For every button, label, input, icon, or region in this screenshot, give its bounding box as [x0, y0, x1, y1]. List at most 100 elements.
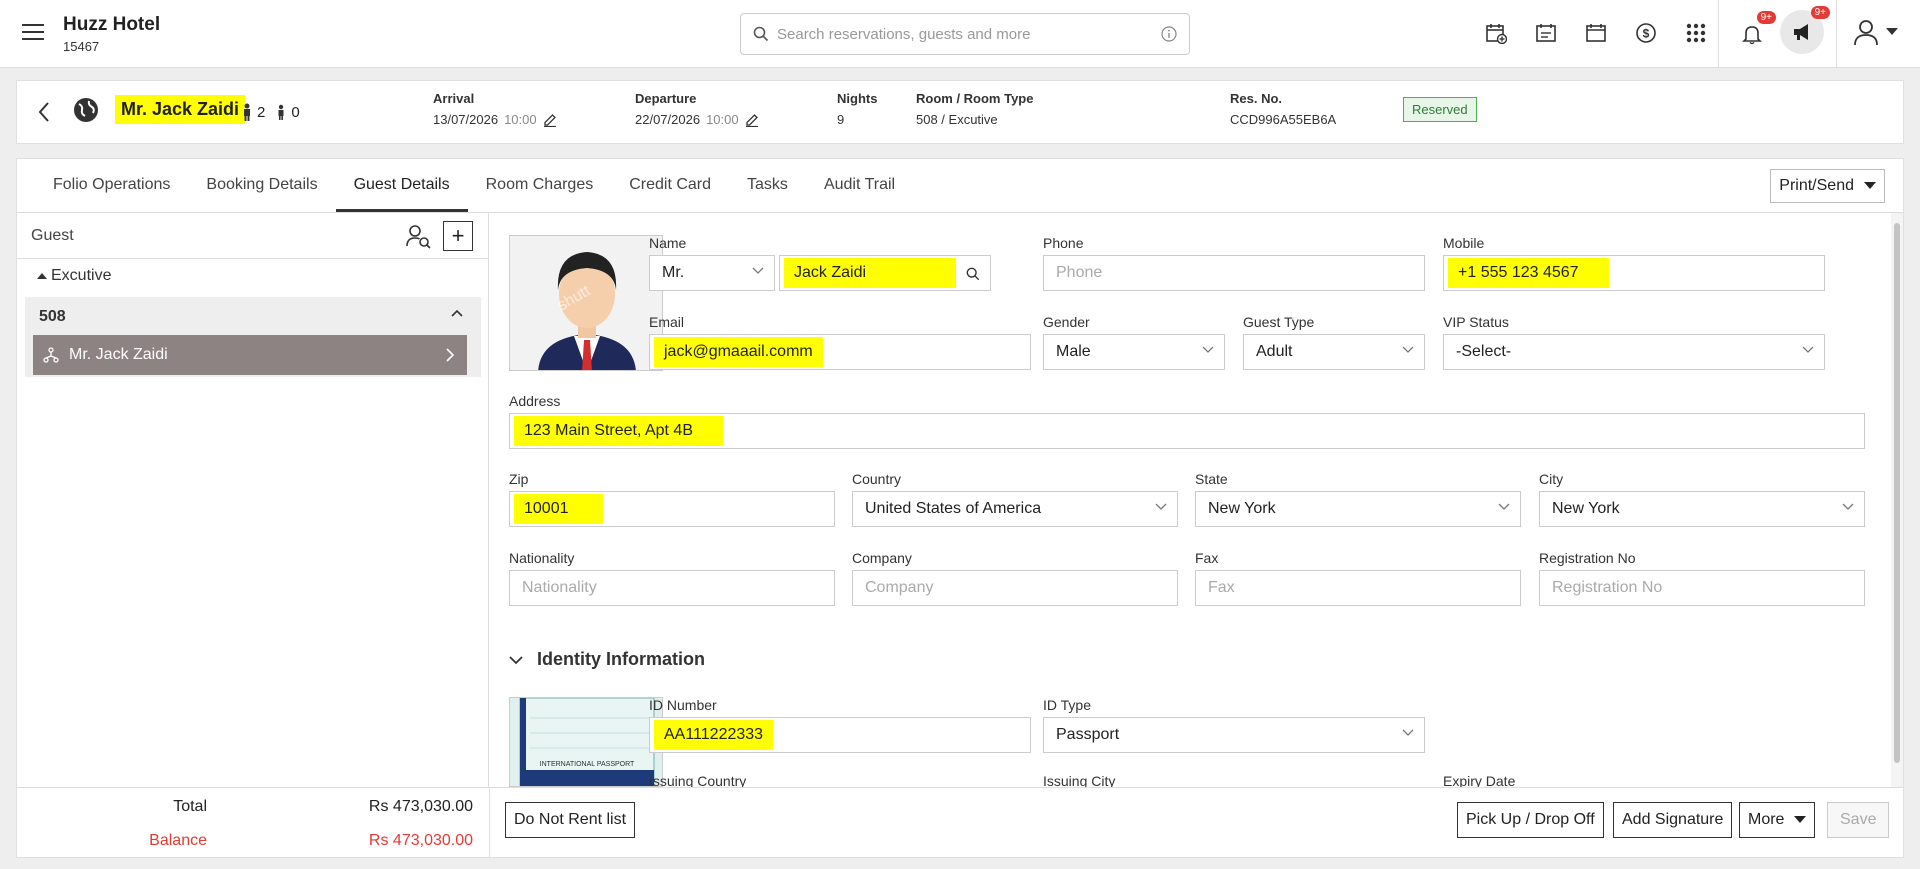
fax-label: Fax [1195, 550, 1219, 566]
tab-audit-trail[interactable]: Audit Trail [806, 159, 913, 212]
guest-photo[interactable]: shutt [509, 235, 663, 371]
address-field: Address 123 Main Street, Apt 4B [509, 393, 1865, 449]
notifications-bell-icon[interactable]: 9+ [1736, 11, 1776, 51]
hamburger-menu-icon[interactable] [22, 24, 44, 42]
room-type-group[interactable]: Excutive [37, 267, 111, 285]
more-button[interactable]: More [1739, 802, 1816, 838]
company-label: Company [852, 550, 912, 566]
more-label: More [1748, 811, 1785, 828]
edit-pencil-icon[interactable] [543, 113, 557, 127]
guest-name-title: Mr. Jack Zaidi [115, 95, 246, 124]
guest-sidebar-header: Guest + [17, 213, 488, 259]
vip-status-select[interactable]: -Select- [1443, 334, 1825, 370]
city-value: New York [1552, 500, 1620, 517]
print-send-button[interactable]: Print/Send [1770, 169, 1885, 203]
fax-input[interactable]: Fax [1195, 570, 1521, 606]
id-number-input[interactable]: AA111222333 [649, 717, 1031, 753]
apps-grid-icon[interactable] [1680, 16, 1712, 50]
tab-folio-operations[interactable]: Folio Operations [35, 159, 188, 212]
gender-select[interactable]: Male [1043, 334, 1225, 370]
tab-tasks[interactable]: Tasks [729, 159, 806, 212]
tab-credit-card[interactable]: Credit Card [611, 159, 729, 212]
person-search-icon[interactable] [405, 223, 431, 249]
add-guest-button[interactable]: + [443, 221, 473, 251]
registration-no-input[interactable]: Registration No [1539, 570, 1865, 606]
address-input[interactable]: 123 Main Street, Apt 4B [509, 413, 1865, 449]
name-input[interactable]: Jack Zaidi [779, 255, 991, 291]
global-search[interactable] [740, 13, 1190, 55]
caret-down-icon [1864, 182, 1876, 189]
tab-booking-details[interactable]: Booking Details [188, 159, 335, 212]
country-select[interactable]: United States of America [852, 491, 1178, 527]
balance-label: Balance [149, 832, 207, 849]
company-input[interactable]: Company [852, 570, 1178, 606]
user-menu[interactable] [1852, 18, 1898, 46]
phone-input[interactable]: Phone [1043, 255, 1425, 291]
identity-section-title: Identity Information [537, 649, 705, 669]
search-icon[interactable] [966, 267, 980, 281]
nationality-input[interactable]: Nationality [509, 570, 835, 606]
zip-input[interactable]: 10001 [509, 491, 835, 527]
vip-status-value: -Select- [1456, 343, 1512, 360]
add-signature-button[interactable]: Add Signature [1613, 802, 1733, 838]
toolbar-divider [1836, 0, 1837, 68]
pickup-dropoff-button[interactable]: Pick Up / Drop Off [1457, 802, 1604, 838]
dollar-icon[interactable]: $ [1630, 16, 1662, 50]
id-document-image[interactable]: INTERNATIONAL PASSPORT [509, 697, 663, 787]
sidebar-guest-item[interactable]: Mr. Jack Zaidi [33, 335, 467, 375]
identity-section-toggle[interactable]: Identity Information [509, 649, 705, 670]
back-arrow-icon[interactable] [37, 101, 51, 123]
gender-value: Male [1056, 343, 1091, 360]
guest-sidebar: Guest + Excutive 508 Mr. Jack Zaidi [17, 213, 489, 787]
notification-badge: 9+ [1756, 11, 1776, 24]
footer-bar: Total Rs 473,030.00 Balance Rs 473,030.0… [17, 787, 1903, 858]
save-button[interactable]: Save [1827, 802, 1890, 838]
state-value: New York [1208, 500, 1276, 517]
room-value: 508 / Excutive [916, 112, 998, 127]
sidebar-guest-name: Mr. Jack Zaidi [69, 346, 168, 363]
room-row[interactable]: 508 [25, 297, 481, 335]
vip-status-field: VIP Status -Select- [1443, 314, 1825, 370]
do-not-rent-list-button[interactable]: Do Not Rent list [505, 802, 636, 838]
search-input[interactable] [777, 25, 1161, 43]
scrollbar-thumb[interactable] [1894, 223, 1900, 763]
tab-room-charges[interactable]: Room Charges [468, 159, 612, 212]
city-select[interactable]: New York [1539, 491, 1865, 527]
main-panel: Folio Operations Booking Details Guest D… [16, 158, 1904, 858]
title-select[interactable]: Mr. [649, 255, 775, 291]
registration-no-label: Registration No [1539, 550, 1636, 566]
name-field: Name Mr. Jack Zaidi [649, 235, 991, 291]
caret-up-icon [37, 273, 47, 279]
announcement-badge: 9+ [1810, 6, 1830, 19]
form-scrollbar[interactable] [1891, 213, 1903, 787]
calendar-list-icon[interactable] [1530, 16, 1562, 50]
arrival-date: 13/07/2026 [433, 112, 499, 127]
issuing-city-field: Issuing City [1043, 773, 1115, 787]
email-input[interactable]: jack@gmaaail.comm [649, 334, 1031, 370]
nationality-label: Nationality [509, 550, 575, 566]
tab-guest-details[interactable]: Guest Details [335, 159, 468, 212]
adult-icon [244, 103, 250, 121]
state-select[interactable]: New York [1195, 491, 1521, 527]
announcements-button[interactable]: 9+ [1780, 6, 1830, 54]
edit-pencil-icon[interactable] [745, 113, 759, 127]
resno-label: Res. No. [1230, 91, 1283, 106]
caret-down-icon [1886, 28, 1898, 35]
chevron-down-icon [1202, 346, 1214, 353]
mobile-input[interactable]: +1 555 123 4567 [1443, 255, 1825, 291]
id-type-select[interactable]: Passport [1043, 717, 1425, 753]
zip-field: Zip 10001 [509, 471, 835, 527]
zip-label: Zip [509, 471, 529, 487]
id-type-field: ID Type Passport [1043, 697, 1425, 753]
nationality-field: Nationality Nationality [509, 550, 835, 606]
room-field: Room / Room Type 508 / Excutive [916, 91, 1033, 127]
info-icon[interactable] [1161, 26, 1177, 42]
chevron-down-icon [1155, 503, 1167, 510]
guest-type-select[interactable]: Adult [1243, 334, 1425, 370]
balance-value: Rs 473,030.00 [368, 832, 473, 849]
state-label: State [1195, 471, 1228, 487]
calendar-icon[interactable] [1580, 16, 1612, 50]
chevron-down-icon [1498, 503, 1510, 510]
room-label: Room / Room Type [916, 91, 1034, 106]
new-reservation-calendar-icon[interactable] [1480, 16, 1512, 50]
